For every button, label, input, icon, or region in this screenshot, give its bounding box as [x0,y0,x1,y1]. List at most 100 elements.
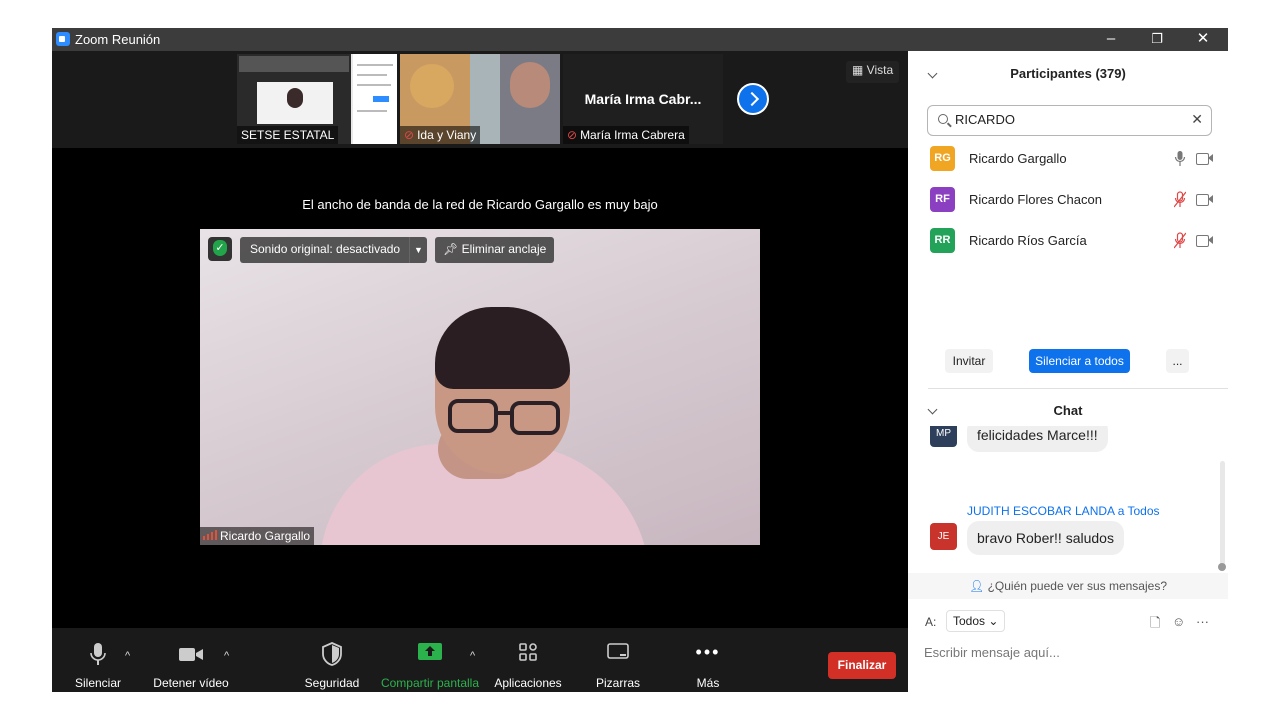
to-label: A: [925,615,937,629]
meeting-toolbar: Silenciar ^ Detener vídeo ^ Seguridad Co… [52,628,908,692]
mute-button[interactable]: Silenciar [70,628,126,692]
chat-scrollbar[interactable] [1220,461,1225,571]
restore-button[interactable]: ❐ [1134,28,1180,51]
person-icon: 👤︎ [968,579,988,593]
chevron-down-icon: ⌄ [988,614,999,628]
shared-panel-preview [353,54,397,144]
signal-strength-icon [203,530,217,540]
recipient-select[interactable]: Todos ⌄ [946,610,1006,632]
whiteboards-label: Pizarras [595,676,640,690]
muted-microphone-icon[interactable] [1174,232,1186,249]
thumbnail-name: María Irma Cabrera [580,128,685,142]
microphone-icon[interactable] [1174,150,1186,167]
unpin-label: Eliminar anclaje [461,242,547,256]
encryption-shield-icon[interactable] [208,237,232,261]
thumbnail-strip: SETSE ESTATAL ⊘ Ida y Viany María Irma Ca… [52,51,908,148]
sender-name: JUDITH ESCOBAR LANDA [967,504,1115,518]
more-dots-icon: ••• [695,642,721,662]
share-screen-icon [380,642,480,668]
file-icon[interactable]: 🗋︎ [1150,614,1160,636]
grid-icon: ▦ [852,63,867,77]
chat-message: bravo Rober!! saludos [967,521,1124,555]
avatar: MP [930,426,957,447]
video-options-caret-icon[interactable]: ^ [224,650,229,662]
chat-messages: MP felicidades Marce!!! JUDITH ESCOBAR L… [908,426,1220,574]
participant-name: Ricardo Flores Chacon [969,192,1102,207]
search-input[interactable] [955,112,1175,127]
security-button[interactable]: Seguridad [304,628,360,692]
share-screen-label: Compartir pantalla [380,676,480,690]
message-input[interactable] [924,641,1214,663]
invite-button[interactable]: Invitar [945,349,993,373]
thumbnail-maria-irma-cabrera[interactable]: María Irma Cabr... ⊘ María Irma Cabrera [563,54,723,144]
video-name-tag: Ricardo Gargallo [200,527,315,545]
muted-mic-icon: ⊘ [404,128,415,142]
thumbnail-ida-y-viany[interactable]: ⊘ Ida y Viany [400,54,560,144]
zoom-app-icon [56,32,70,46]
recipient-value: Todos [953,614,986,628]
microphone-icon [70,642,126,668]
who-can-see-label: ¿Quién puede ver sus mensajes? [987,579,1167,593]
view-label: Vista [866,63,894,77]
mute-label: Silenciar [74,676,122,690]
stop-video-button[interactable]: Detener vídeo [150,628,232,692]
avatar: RF [930,187,955,212]
avatar: JE [930,523,957,550]
participant-row[interactable]: RR Ricardo Ríos García [930,228,1220,254]
participant-name: Ricardo Ríos García [969,233,1087,248]
more-options-icon[interactable]: ··· [1196,614,1209,629]
chevron-right-icon[interactable] [737,83,769,115]
view-button[interactable]: ▦ Vista [846,61,900,83]
share-options-caret-icon[interactable]: ^ [470,650,475,662]
original-sound-button[interactable]: Sonido original: desactivado [240,237,411,263]
search-icon [938,114,948,124]
chevron-down-icon[interactable]: ▼ [409,237,427,263]
unpin-button[interactable]: 📌︎ Eliminar anclaje [435,237,555,263]
more-button[interactable]: ••• Más [680,628,736,692]
participants-title: Participantes (379) [1010,66,1126,81]
recipient: a Todos [1117,504,1160,518]
video-name: Ricardo Gargallo [220,529,311,543]
chat-title: Chat [1053,403,1083,418]
video-camera-icon [150,642,232,668]
shield-icon [304,642,360,668]
window-title: Zoom Reunión [75,32,161,47]
more-label: Más [696,676,720,690]
minimize-button[interactable]: – [1088,28,1134,51]
main-video[interactable]: Sonido original: desactivado ▼ 📌︎ Elimin… [200,229,760,545]
scrollbar-handle[interactable] [1218,563,1226,571]
clear-search-icon[interactable]: ✕ [1191,111,1203,128]
muted-microphone-icon[interactable] [1174,191,1186,208]
video-camera-icon[interactable] [1196,234,1214,247]
who-can-see-link[interactable]: 👤︎ ¿Quién puede ver sus mensajes? [908,573,1228,599]
title-bar: Zoom Reunión – ❐ ✕ [52,28,1228,51]
participant-row[interactable]: RF Ricardo Flores Chacon [930,187,1220,213]
avatar: RG [930,146,955,171]
apps-button[interactable]: Aplicaciones [492,628,564,692]
emoji-icon[interactable]: ☺ [1172,614,1185,629]
whiteboard-icon [590,642,646,668]
side-panel: Participantes (379) ✕ RG Ricardo Gargall… [908,51,1228,692]
whiteboards-button[interactable]: Pizarras [590,628,646,692]
meeting-area: SETSE ESTATAL ⊘ Ida y Viany María Irma Ca… [52,51,908,692]
participant-row[interactable]: RG Ricardo Gargallo [930,146,1220,172]
zoom-window: Zoom Reunión – ❐ ✕ SETSE ESTATAL ⊘ Ida y… [52,28,1228,692]
mute-all-button[interactable]: Silenciar a todos [1029,349,1130,373]
thumbnail-label: ⊘ Ida y Viany [400,126,481,144]
share-screen-button[interactable]: Compartir pantalla [380,628,480,692]
participants-more-button[interactable]: ... [1166,349,1189,373]
participant-search[interactable]: ✕ [927,105,1212,136]
end-meeting-button[interactable]: Finalizar [828,652,896,679]
thumbnail-label: ⊘ María Irma Cabrera [563,126,689,144]
muted-mic-icon: ⊘ [567,128,578,142]
mute-options-caret-icon[interactable]: ^ [125,650,130,662]
chat-message: felicidades Marce!!! [967,426,1108,452]
video-camera-icon[interactable] [1196,193,1214,206]
participant-name: Ricardo Gargallo [969,151,1067,166]
video-camera-icon[interactable] [1196,152,1214,165]
close-button[interactable]: ✕ [1180,28,1226,51]
thumbnail-name: Ida y Viany [417,128,477,142]
chat-sender: JUDITH ESCOBAR LANDA a Todos [967,504,1160,518]
bandwidth-warning: El ancho de banda de la red de Ricardo G… [302,197,658,212]
thumbnail-setse-estatal[interactable]: SETSE ESTATAL [237,54,397,144]
